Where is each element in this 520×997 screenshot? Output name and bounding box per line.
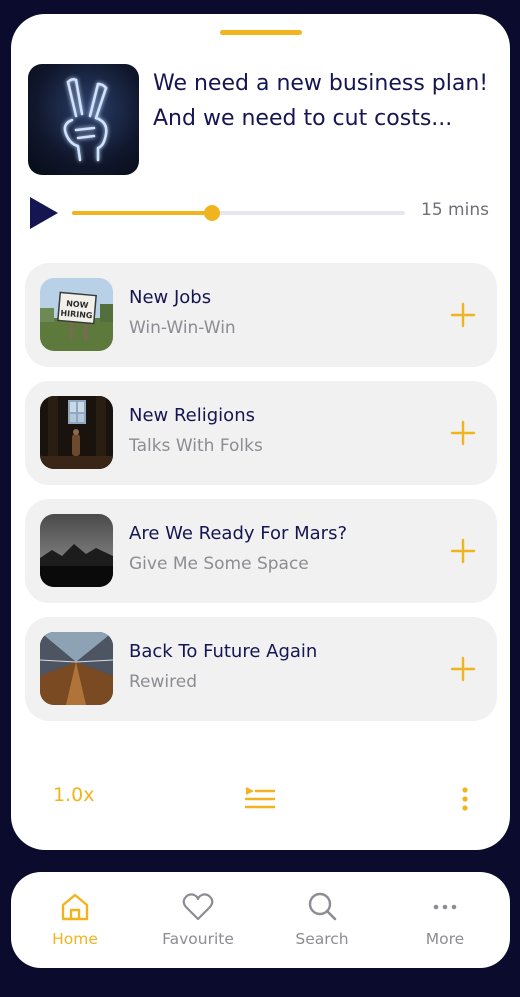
nav-home-label: Home (52, 930, 98, 948)
episode-subtitle: Rewired (129, 672, 197, 692)
episode-title: New Religions (129, 405, 255, 426)
nav-favourite-label: Favourite (162, 930, 234, 948)
episode-title: Are We Ready For Mars? (129, 523, 347, 544)
episode-thumbnail (40, 514, 113, 587)
duration-label: 15 mins (421, 200, 489, 220)
episode-item[interactable]: NOW HIRING New Jobs Win-Win-Win (25, 263, 497, 367)
player-card: We need a new business plan! And we need… (11, 14, 510, 850)
progress-slider[interactable] (72, 205, 405, 221)
search-icon (308, 892, 337, 921)
add-icon[interactable] (450, 302, 476, 328)
play-button[interactable] (28, 195, 60, 231)
add-icon[interactable] (450, 656, 476, 682)
episode-thumbnail: NOW HIRING (40, 278, 113, 351)
nav-search-label: Search (295, 930, 349, 948)
playback-speed-button[interactable]: 1.0x (53, 784, 94, 806)
more-options-icon[interactable] (457, 786, 473, 814)
nav-favourite[interactable]: Favourite (148, 890, 248, 952)
now-playing-title: We need a new business plan! And we need… (153, 71, 489, 131)
nav-more[interactable]: More (395, 890, 495, 952)
episode-subtitle: Talks With Folks (129, 436, 263, 456)
add-icon[interactable] (450, 420, 476, 446)
now-playing-artwork (28, 64, 139, 175)
progress-fill (72, 211, 212, 215)
episode-item[interactable]: New Religions Talks With Folks (25, 381, 497, 485)
episode-item[interactable]: Are We Ready For Mars? Give Me Some Spac… (25, 499, 497, 603)
bottom-nav: Home Favourite Search More (11, 872, 510, 968)
queue-icon[interactable] (244, 785, 276, 811)
add-icon[interactable] (450, 538, 476, 564)
episode-subtitle: Win-Win-Win (129, 318, 236, 338)
episode-item[interactable]: Back To Future Again Rewired (25, 617, 497, 721)
episode-title: Back To Future Again (129, 641, 318, 662)
progress-thumb[interactable] (203, 205, 220, 221)
more-icon (433, 904, 457, 910)
home-icon (61, 893, 89, 921)
nav-home[interactable]: Home (25, 890, 125, 952)
nav-more-label: More (425, 930, 465, 948)
nav-search[interactable]: Search (272, 890, 372, 952)
episode-thumbnail (40, 632, 113, 705)
episode-subtitle: Give Me Some Space (129, 554, 309, 574)
episode-title: New Jobs (129, 287, 212, 308)
episode-thumbnail (40, 396, 113, 469)
heart-icon (182, 893, 214, 921)
drag-handle[interactable] (220, 30, 302, 35)
